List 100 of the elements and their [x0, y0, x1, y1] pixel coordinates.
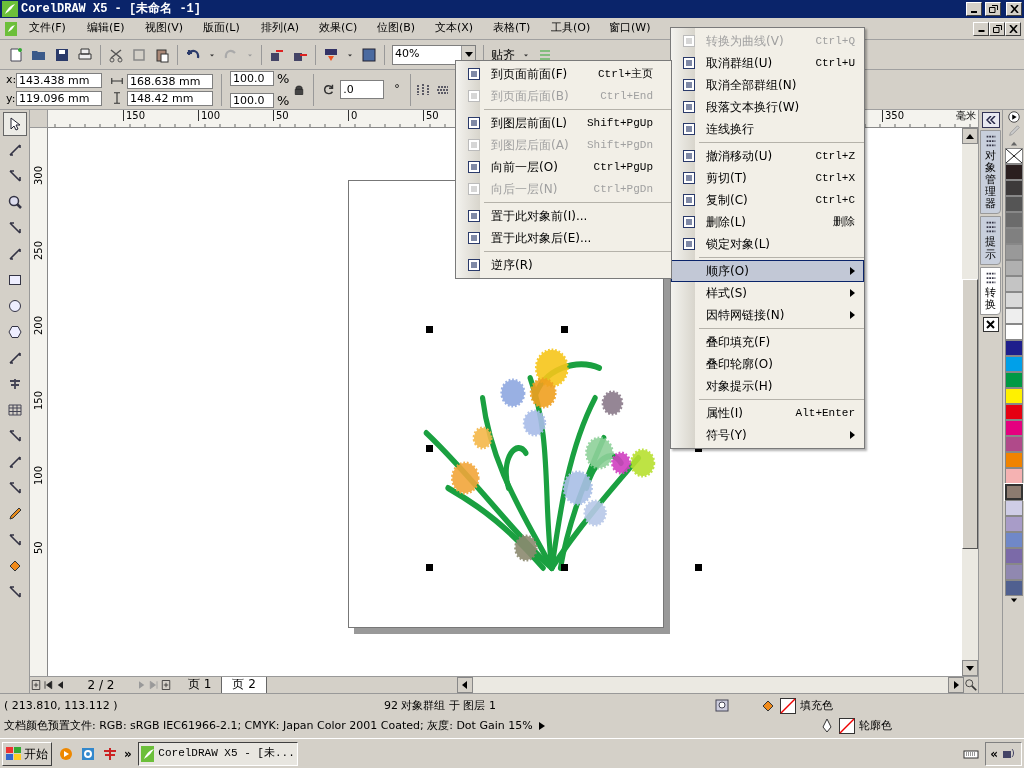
width-icon[interactable] [110, 75, 124, 87]
collapse-dockers-button[interactable] [981, 112, 1000, 128]
scroll-up-icon[interactable] [966, 133, 974, 139]
color-swatch[interactable] [1004, 276, 1023, 292]
selection-handle[interactable] [426, 564, 433, 571]
color-swatch[interactable] [1004, 404, 1023, 420]
scale-field[interactable]: 100.0 [230, 71, 274, 87]
zoom-navigator-icon[interactable] [964, 678, 978, 692]
dropdown-arrow-icon[interactable] [464, 52, 473, 57]
submenu-item[interactable]: 逆序(R) [456, 254, 671, 276]
context-menu-item[interactable]: 样式(S) [671, 282, 864, 304]
palette-menu-icon[interactable] [1006, 110, 1021, 124]
context-menu-item[interactable]: 顺序(O) [671, 260, 864, 282]
vertical-scrollbar[interactable] [962, 128, 978, 676]
color-swatch[interactable] [1004, 340, 1023, 356]
position-field[interactable]: 119.096 mm [16, 91, 102, 107]
context-menu-item[interactable]: 锁定对象(L) [671, 233, 864, 255]
horizontal-scrollbar[interactable] [456, 677, 964, 693]
context-menu-item[interactable]: 取消群组(U) Ctrl+U [671, 52, 864, 74]
display-mode-icon[interactable] [714, 698, 730, 715]
menu-item[interactable]: 效果(C) [319, 20, 377, 37]
color-swatch[interactable] [1004, 356, 1023, 372]
docker-tab[interactable]: 提示 [980, 216, 1001, 265]
selection-handle[interactable] [426, 326, 433, 333]
menu-item[interactable]: 表格(T) [493, 20, 551, 37]
context-menu-item[interactable]: 复制(C) Ctrl+C [671, 189, 864, 211]
selection-handle[interactable] [695, 564, 702, 571]
submenu-item[interactable]: 向前一层(O) Ctrl+PgUp [456, 156, 671, 178]
submenu-item[interactable]: 置于此对象前(I)... [456, 205, 671, 227]
color-swatch[interactable] [1004, 244, 1023, 260]
color-swatch[interactable] [1004, 436, 1023, 452]
color-swatch[interactable] [1004, 580, 1023, 596]
close-docker-button[interactable] [982, 316, 999, 332]
more-launchers[interactable]: » [124, 744, 132, 763]
menu-item[interactable]: 文本(X) [435, 20, 493, 37]
close-doc-button[interactable] [1005, 21, 1021, 36]
color-swatch[interactable] [1004, 164, 1023, 180]
tray-toggle[interactable]: « [990, 744, 998, 763]
docker-tab[interactable]: 转换 [980, 266, 1001, 315]
context-menu-item[interactable]: 取消全部群组(N) [671, 74, 864, 96]
save-icon[interactable] [54, 46, 70, 63]
rotation-field[interactable]: .0 [340, 80, 385, 99]
restore-doc-button[interactable] [989, 21, 1005, 36]
color-swatch[interactable] [1004, 228, 1023, 244]
menu-item[interactable]: 窗口(W) [609, 20, 667, 37]
color-swatch[interactable] [1004, 196, 1023, 212]
add-page-icon[interactable] [160, 679, 172, 691]
minimize-doc-button[interactable] [973, 21, 989, 36]
context-menu-item[interactable]: 对象提示(H) [671, 375, 864, 397]
color-swatch[interactable] [1004, 180, 1023, 196]
paste-icon[interactable] [154, 46, 170, 63]
media-player-icon[interactable] [58, 745, 74, 762]
color-swatch[interactable] [1004, 388, 1023, 404]
submenu-item[interactable]: 到页面前面(F) Ctrl+主页 [456, 63, 671, 85]
start-button[interactable]: 开始 [2, 741, 52, 766]
selection-handle[interactable] [426, 445, 433, 452]
selection-handle[interactable] [561, 564, 568, 571]
menu-item[interactable]: 版面(L) [203, 20, 261, 37]
color-swatch[interactable] [1004, 468, 1023, 484]
color-swatch[interactable] [1004, 484, 1023, 500]
color-swatch[interactable] [1004, 452, 1023, 468]
context-menu-item[interactable]: 因特网链接(N) [671, 304, 864, 326]
context-menu-item[interactable]: 符号(Y) [671, 424, 864, 446]
scale-field[interactable]: 100.0 [230, 92, 274, 108]
context-menu-item[interactable]: 叠印填充(F) [671, 331, 864, 353]
browser-icon[interactable] [80, 745, 96, 762]
menu-item[interactable]: 位图(B) [377, 20, 435, 37]
submenu-item[interactable]: 置于此对象后(E)... [456, 227, 671, 249]
page-tab[interactable]: 页 2 [222, 677, 267, 693]
restore-button[interactable] [985, 2, 1001, 16]
menu-item[interactable]: 工具(O) [551, 20, 609, 37]
new-document-icon[interactable] [8, 46, 24, 63]
color-swatch[interactable] [1004, 212, 1023, 228]
position-field[interactable]: 143.438 mm [16, 72, 102, 88]
color-swatch[interactable] [1004, 292, 1023, 308]
add-page-icon[interactable] [30, 679, 42, 691]
context-menu-item[interactable]: 撤消移动(U) Ctrl+Z [671, 145, 864, 167]
menu-item[interactable]: 视图(V) [145, 20, 203, 37]
cut-icon[interactable] [108, 46, 124, 63]
context-menu-item[interactable]: 连线换行 [671, 118, 864, 140]
color-swatch[interactable] [1004, 420, 1023, 436]
context-menu-item[interactable]: 叠印轮廓(O) [671, 353, 864, 375]
taskbar-task-button[interactable]: CorelDRAW X5 - [未... [137, 741, 298, 766]
menu-item[interactable]: 排列(A) [261, 20, 319, 37]
color-swatch[interactable] [1004, 372, 1023, 388]
scroll-right-icon[interactable] [953, 681, 959, 689]
expand-arrow-icon[interactable] [538, 722, 545, 731]
size-field[interactable]: 168.638 mm [127, 73, 213, 89]
close-button[interactable] [1006, 2, 1022, 16]
color-swatch[interactable] [1004, 260, 1023, 276]
minimize-button[interactable] [966, 2, 982, 16]
context-menu-item[interactable]: 删除(L) 删除 [671, 211, 864, 233]
print-icon[interactable] [77, 46, 93, 63]
color-swatch[interactable] [1004, 500, 1023, 516]
context-menu-item[interactable]: 属性(I) Alt+Enter [671, 402, 864, 424]
color-swatch[interactable] [1004, 532, 1023, 548]
scroll-left-icon[interactable] [462, 681, 468, 689]
color-swatch[interactable] [1004, 548, 1023, 564]
color-swatch[interactable] [1004, 308, 1023, 324]
color-swatch[interactable] [1004, 324, 1023, 340]
